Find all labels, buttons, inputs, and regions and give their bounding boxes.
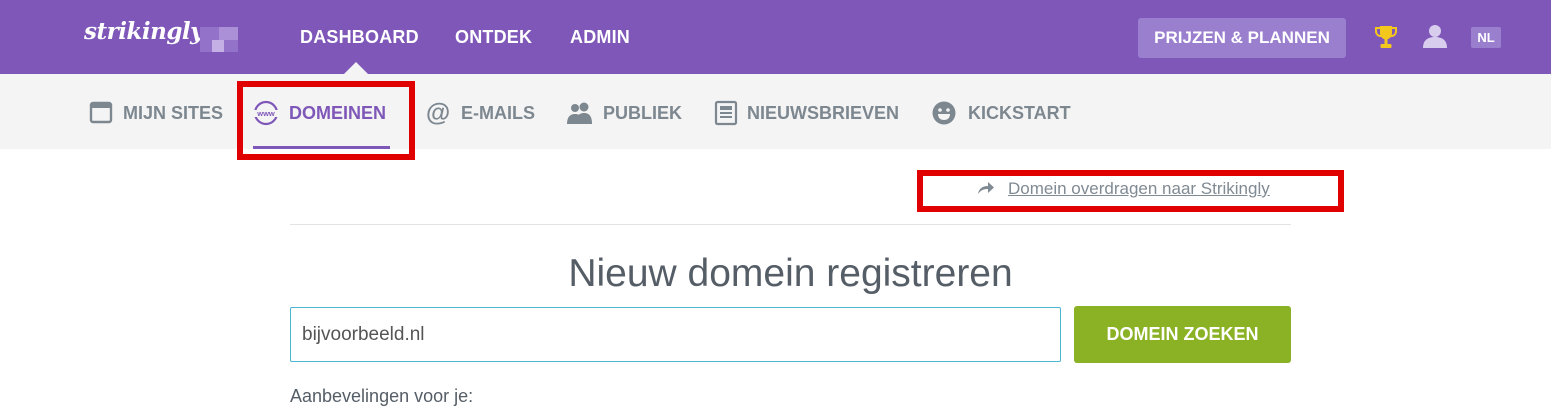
- subnav-kickstart-label: KICKSTART: [968, 103, 1071, 123]
- annotation-highlight-transfer-link: [917, 170, 1344, 212]
- people-icon: [567, 102, 592, 124]
- subnav-mijn-sites-label: MIJN SITES: [123, 103, 224, 123]
- subnav-publiek-label: PUBLIEK: [603, 103, 683, 123]
- search-domain-button[interactable]: DOMEIN ZOEKEN: [1074, 306, 1291, 363]
- language-selector[interactable]: NL: [1471, 27, 1501, 48]
- subnav-e-mails-label: E-MAILS: [461, 103, 535, 123]
- annotation-highlight-domeinen: [237, 81, 415, 160]
- topnav-dashboard[interactable]: DASHBOARD: [300, 27, 419, 48]
- svg-text:@: @: [426, 100, 450, 126]
- active-tab-caret: [344, 62, 368, 74]
- subnav-e-mails[interactable]: @ E-MAILS: [426, 100, 536, 126]
- newsletter-icon: [714, 100, 738, 126]
- subnav-nieuwsbrieven[interactable]: NIEUWSBRIEVEN: [714, 100, 899, 126]
- topnav-admin[interactable]: ADMIN: [570, 27, 630, 48]
- topnav-ontdek[interactable]: ONTDEK: [455, 27, 532, 48]
- pricing-plans-button[interactable]: PRIJZEN & PLANNEN: [1138, 18, 1346, 58]
- at-sign-icon: @: [426, 100, 450, 126]
- page-title: Nieuw domein registreren: [568, 252, 1013, 295]
- top-navigation-bar: strikingly DASHBOARD ONTDEK ADMIN PRIJZE…: [0, 0, 1551, 74]
- subnav-mijn-sites[interactable]: MIJN SITES: [89, 100, 224, 126]
- recommendations-label: Aanbevelingen voor je:: [290, 386, 474, 406]
- user-icon[interactable]: [1422, 23, 1448, 49]
- subnav-publiek[interactable]: PUBLIEK: [567, 100, 683, 126]
- strikingly-logo[interactable]: strikingly: [84, 18, 204, 45]
- logo-badge-icon: [200, 27, 238, 52]
- smiley-icon: [932, 101, 956, 125]
- browser-window-icon: [89, 101, 113, 124]
- trophy-icon[interactable]: [1374, 24, 1398, 50]
- subnav-nieuwsbrieven-label: NIEUWSBRIEVEN: [747, 103, 900, 123]
- domain-search-input[interactable]: [290, 307, 1061, 362]
- subnav-kickstart[interactable]: KICKSTART: [932, 100, 1071, 126]
- content-divider: [290, 224, 1291, 225]
